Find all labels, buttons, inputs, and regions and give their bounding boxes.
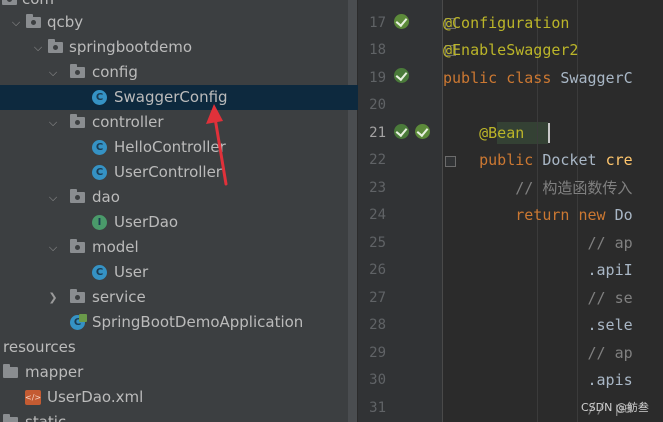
tree-item-label: UserDao bbox=[114, 213, 179, 231]
line-number: 25 bbox=[369, 235, 386, 251]
package-folder-icon bbox=[2, 0, 17, 5]
tree-item-mapper[interactable]: mapper bbox=[0, 360, 348, 385]
code-line: // se bbox=[587, 289, 633, 307]
panel-divider[interactable] bbox=[348, 0, 357, 422]
line-number: 17 bbox=[369, 15, 386, 31]
project-tree: com ⌵ qcby ⌵ springbootdemo ⌵ config C S… bbox=[0, 0, 348, 422]
package-folder-icon bbox=[70, 289, 85, 303]
text-caret bbox=[548, 123, 550, 143]
tree-item-controller[interactable]: ⌵ controller bbox=[0, 110, 348, 135]
run-badge-icon bbox=[79, 314, 87, 322]
chevron-down-icon[interactable]: ⌵ bbox=[47, 110, 59, 135]
code-line: return new Do bbox=[515, 206, 633, 224]
tree-item-label: springbootdemo bbox=[69, 38, 192, 56]
tree-item-label: dao bbox=[92, 188, 120, 206]
line-number: 27 bbox=[369, 290, 386, 306]
code-line: // ap bbox=[587, 344, 633, 362]
folder-icon bbox=[3, 414, 18, 422]
line-number: 24 bbox=[369, 207, 386, 223]
tree-item-springbootdemoapplication[interactable]: C SpringBootDemoApplication bbox=[0, 310, 348, 335]
tree-item-label: UserDao.xml bbox=[47, 388, 144, 406]
tree-item-label: SpringBootDemoApplication bbox=[92, 313, 304, 331]
chevron-right-icon[interactable]: ❯ bbox=[47, 285, 59, 310]
java-interface-icon: I bbox=[92, 215, 107, 230]
spring-bean-icon[interactable] bbox=[415, 124, 430, 139]
tree-item-model[interactable]: ⌵ model bbox=[0, 235, 348, 260]
code-line: @EnableSwagger2 bbox=[443, 41, 579, 59]
implementation-icon[interactable] bbox=[394, 124, 409, 139]
package-folder-icon bbox=[26, 14, 41, 28]
line-number: 22 bbox=[369, 152, 386, 168]
tree-item-userdao[interactable]: I UserDao bbox=[0, 210, 348, 235]
package-folder-icon bbox=[70, 114, 85, 128]
chevron-down-icon[interactable]: ⌵ bbox=[47, 235, 59, 260]
tree-item-springbootdemo[interactable]: ⌵ springbootdemo bbox=[0, 35, 348, 60]
package-folder-icon bbox=[48, 39, 63, 53]
tree-item-service[interactable]: ❯ service bbox=[0, 285, 348, 310]
tree-item-label: resources bbox=[3, 338, 76, 356]
tree-item-swaggerconfig[interactable]: C SwaggerConfig bbox=[0, 85, 348, 110]
tree-item-usercontroller[interactable]: C UserController bbox=[0, 160, 348, 185]
tree-item-resources[interactable]: resources bbox=[0, 335, 348, 360]
spring-bean-icon[interactable] bbox=[394, 14, 409, 29]
line-number: 29 bbox=[369, 345, 386, 361]
line-number: 23 bbox=[369, 180, 386, 196]
tree-item-label: service bbox=[92, 288, 146, 306]
tree-item-label: User bbox=[114, 263, 149, 281]
tree-item-hellocontroller[interactable]: C HelloController bbox=[0, 135, 348, 160]
tree-item-userdao-xml[interactable]: </> UserDao.xml bbox=[0, 385, 348, 410]
line-number: 19 bbox=[369, 70, 386, 86]
line-number: 21 bbox=[369, 125, 386, 141]
line-number: 20 bbox=[369, 97, 386, 113]
java-class-icon: C bbox=[92, 265, 107, 280]
package-folder-icon bbox=[70, 239, 85, 253]
chevron-down-icon[interactable]: ⌵ bbox=[47, 60, 59, 85]
editor-gutter: 17 18 19 20 21 22 23 24 25 26 27 28 29 3… bbox=[358, 0, 456, 422]
line-number: 31 bbox=[369, 400, 386, 416]
java-class-icon: C bbox=[92, 140, 107, 155]
tree-item-static[interactable]: static bbox=[0, 410, 348, 422]
code-line: .apiI bbox=[587, 261, 633, 279]
code-line: // ap bbox=[587, 234, 633, 252]
line-number: 28 bbox=[369, 317, 386, 333]
tree-item-user[interactable]: C User bbox=[0, 260, 348, 285]
tree-item-label: mapper bbox=[25, 363, 84, 381]
code-editor[interactable]: @Configuration @EnableSwagger2 public cl… bbox=[443, 0, 663, 422]
code-line: @Configuration bbox=[443, 14, 570, 32]
java-class-icon: C bbox=[92, 165, 107, 180]
chevron-down-icon[interactable]: ⌵ bbox=[10, 10, 22, 35]
tree-item-label: model bbox=[92, 238, 139, 256]
line-number: 26 bbox=[369, 262, 386, 278]
chevron-down-icon[interactable]: ⌵ bbox=[32, 35, 44, 60]
package-folder-icon bbox=[70, 189, 85, 203]
tree-item-label: SwaggerConfig bbox=[114, 88, 228, 106]
tree-item-dao[interactable]: ⌵ dao bbox=[0, 185, 348, 210]
chevron-down-icon[interactable]: ⌵ bbox=[47, 185, 59, 210]
code-line: public Docket cre bbox=[479, 151, 633, 169]
code-line: .apis bbox=[587, 371, 633, 389]
tree-item-label: qcby bbox=[47, 13, 84, 31]
package-folder-icon bbox=[70, 64, 85, 78]
spring-bean-icon[interactable] bbox=[394, 68, 409, 83]
code-line: @Bean bbox=[479, 124, 525, 142]
line-number: 30 bbox=[369, 372, 386, 388]
tree-item-label: static bbox=[25, 413, 67, 422]
tree-item-qcby[interactable]: ⌵ qcby bbox=[0, 10, 348, 35]
code-line: // 构造函数传入 bbox=[515, 179, 633, 197]
code-line: .sele bbox=[587, 316, 633, 334]
code-line: public class SwaggerC bbox=[443, 69, 633, 87]
tree-item-label: HelloController bbox=[114, 138, 226, 156]
tree-item-label: controller bbox=[92, 113, 164, 131]
folder-icon bbox=[3, 364, 18, 378]
tree-item-config[interactable]: ⌵ config bbox=[0, 60, 348, 85]
line-number: 18 bbox=[369, 42, 386, 58]
selection-highlight bbox=[348, 85, 358, 110]
xml-file-icon: </> bbox=[25, 390, 41, 405]
tree-item-label: UserController bbox=[114, 163, 222, 181]
java-class-icon: C bbox=[92, 90, 107, 105]
tree-item-label: config bbox=[92, 63, 138, 81]
watermark-text: CSDN @鲂叁 bbox=[581, 401, 649, 414]
